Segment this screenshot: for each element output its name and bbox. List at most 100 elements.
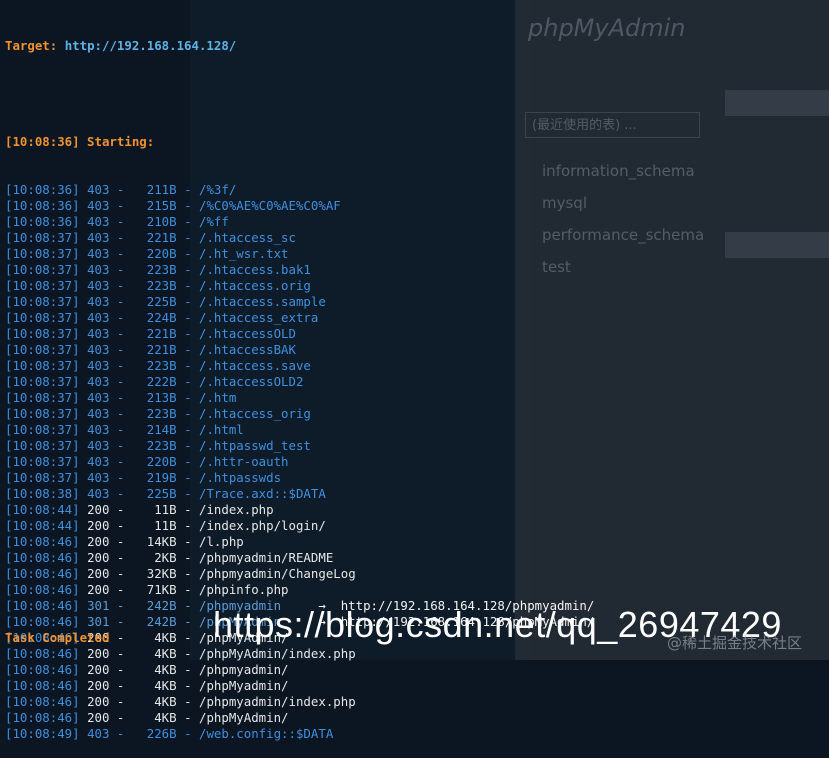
result-size: 226B — [146, 726, 177, 741]
result-path: /index.php/login/ — [199, 518, 326, 533]
result-size: 4KB — [154, 678, 177, 693]
result-size: 11B — [154, 518, 177, 533]
result-row: [10:08:37] 403 - 220B - /.httr-oauth — [5, 454, 289, 469]
result-row: [10:08:38] 403 - 225B - /Trace.axd::$DAT… — [5, 486, 326, 501]
result-path: /.htm — [199, 390, 237, 405]
result-status: 301 — [87, 598, 110, 613]
result-path: /.htaccess_orig — [199, 406, 311, 421]
result-row: [10:08:46] 200 - 2KB - /phpmyadmin/READM… — [5, 550, 334, 565]
result-status: 403 — [87, 470, 110, 485]
result-path: /l.php — [199, 534, 244, 549]
result-row: [10:08:44] 200 - 11B - /index.php/login/ — [5, 518, 326, 533]
result-status: 403 — [87, 438, 110, 453]
result-status: 403 — [87, 278, 110, 293]
result-time: [10:08:37] — [5, 246, 80, 261]
result-row: [10:08:37] 403 - 220B - /.ht_wsr.txt — [5, 246, 289, 261]
result-size: 242B — [146, 614, 177, 629]
result-time: [10:08:36] — [5, 214, 80, 229]
result-row: [10:08:37] 403 - 213B - /.htm — [5, 390, 237, 405]
result-size: 223B — [146, 278, 177, 293]
result-size: 213B — [146, 390, 177, 405]
result-status: 403 — [87, 726, 110, 741]
result-size: 4KB — [154, 694, 177, 709]
result-status: 403 — [87, 182, 110, 197]
result-time: [10:08:37] — [5, 422, 80, 437]
result-size: 223B — [146, 438, 177, 453]
result-size: 223B — [146, 406, 177, 421]
result-row: [10:08:37] 403 - 224B - /.htaccess_extra — [5, 310, 319, 325]
result-status: 200 — [87, 566, 110, 581]
result-time: [10:08:46] — [5, 710, 80, 725]
result-status: 403 — [87, 214, 110, 229]
result-status: 403 — [87, 406, 110, 421]
result-row: [10:08:44] 200 - 11B - /index.php — [5, 502, 274, 517]
result-status: 403 — [87, 390, 110, 405]
result-status: 403 — [87, 310, 110, 325]
result-status: 403 — [87, 454, 110, 469]
result-status: 403 — [87, 198, 110, 213]
result-path: /.htaccessBAK — [199, 342, 296, 357]
result-row: [10:08:46] 200 - 32KB - /phpmyadmin/Chan… — [5, 566, 356, 581]
result-path: /phpMyAdmin/index.php — [199, 646, 356, 661]
result-path: /.htaccess.save — [199, 358, 311, 373]
result-path: /phpmyadmin/index.php — [199, 694, 356, 709]
result-time: [10:08:36] — [5, 182, 80, 197]
result-row: [10:08:37] 403 - 221B - /.htaccessBAK — [5, 342, 296, 357]
result-status: 403 — [87, 326, 110, 341]
result-row: [10:08:49] 403 - 226B - /web.config::$DA… — [5, 726, 334, 741]
result-row: [10:08:37] 403 - 223B - /.htpasswd_test — [5, 438, 311, 453]
results-list: [10:08:36] 403 - 211B - /%3f/[10:08:36] … — [5, 182, 825, 742]
result-time: [10:08:44] — [5, 518, 80, 533]
result-time: [10:08:37] — [5, 262, 80, 277]
result-time: [10:08:46] — [5, 646, 80, 661]
result-path: /.htpasswds — [199, 470, 282, 485]
result-path: /.htpasswd_test — [199, 438, 311, 453]
result-size: 225B — [146, 294, 177, 309]
result-row: [10:08:36] 403 - 210B - /%ff — [5, 214, 229, 229]
result-time: [10:08:37] — [5, 294, 80, 309]
result-row: [10:08:37] 403 - 222B - /.htaccessOLD2 — [5, 374, 304, 389]
result-status: 403 — [87, 262, 110, 277]
result-time: [10:08:46] — [5, 534, 80, 549]
result-path: /phpMyAdmin/ — [199, 710, 289, 725]
result-time: [10:08:36] — [5, 198, 80, 213]
result-row: [10:08:37] 403 - 225B - /.htaccess.sampl… — [5, 294, 326, 309]
result-time: [10:08:37] — [5, 454, 80, 469]
result-size: 220B — [146, 454, 177, 469]
result-time: [10:08:38] — [5, 486, 80, 501]
result-status: 403 — [87, 422, 110, 437]
result-size: 71KB — [146, 582, 177, 597]
result-row: [10:08:37] 403 - 219B - /.htpasswds — [5, 470, 282, 485]
result-size: 224B — [146, 310, 177, 325]
result-status: 200 — [87, 646, 110, 661]
result-size: 210B — [146, 214, 177, 229]
result-path: /.ht_wsr.txt — [199, 246, 289, 261]
result-status: 200 — [87, 662, 110, 677]
result-row: [10:08:37] 403 - 221B - /.htaccess_sc — [5, 230, 296, 245]
result-status: 403 — [87, 294, 110, 309]
result-size: 242B — [146, 598, 177, 613]
result-path: /web.config::$DATA — [199, 726, 334, 741]
result-size: 215B — [146, 198, 177, 213]
result-time: [10:08:37] — [5, 374, 80, 389]
result-path: /.htaccess_sc — [199, 230, 296, 245]
result-path: /%ff — [199, 214, 229, 229]
result-row: [10:08:46] 200 - 4KB - /phpMyAdmin/ — [5, 710, 289, 725]
result-status: 200 — [87, 710, 110, 725]
result-status: 403 — [87, 230, 110, 245]
result-status: 200 — [87, 502, 110, 517]
result-time: [10:08:44] — [5, 502, 80, 517]
result-row: [10:08:37] 403 - 221B - /.htaccessOLD — [5, 326, 296, 341]
result-size: 222B — [146, 374, 177, 389]
result-path: /.htaccess.bak1 — [199, 262, 311, 277]
result-row: [10:08:37] 403 - 223B - /.htaccess_orig — [5, 406, 311, 421]
result-row: [10:08:37] 403 - 214B - /.html — [5, 422, 244, 437]
result-size: 4KB — [154, 630, 177, 645]
result-status: 200 — [87, 534, 110, 549]
result-size: 11B — [154, 502, 177, 517]
result-path: /phpmyadmin/ — [199, 662, 289, 677]
result-path: /%3f/ — [199, 182, 237, 197]
result-row: [10:08:46] 200 - 71KB - /phpinfo.php — [5, 582, 289, 597]
result-status: 403 — [87, 342, 110, 357]
result-path: /.httr-oauth — [199, 454, 289, 469]
